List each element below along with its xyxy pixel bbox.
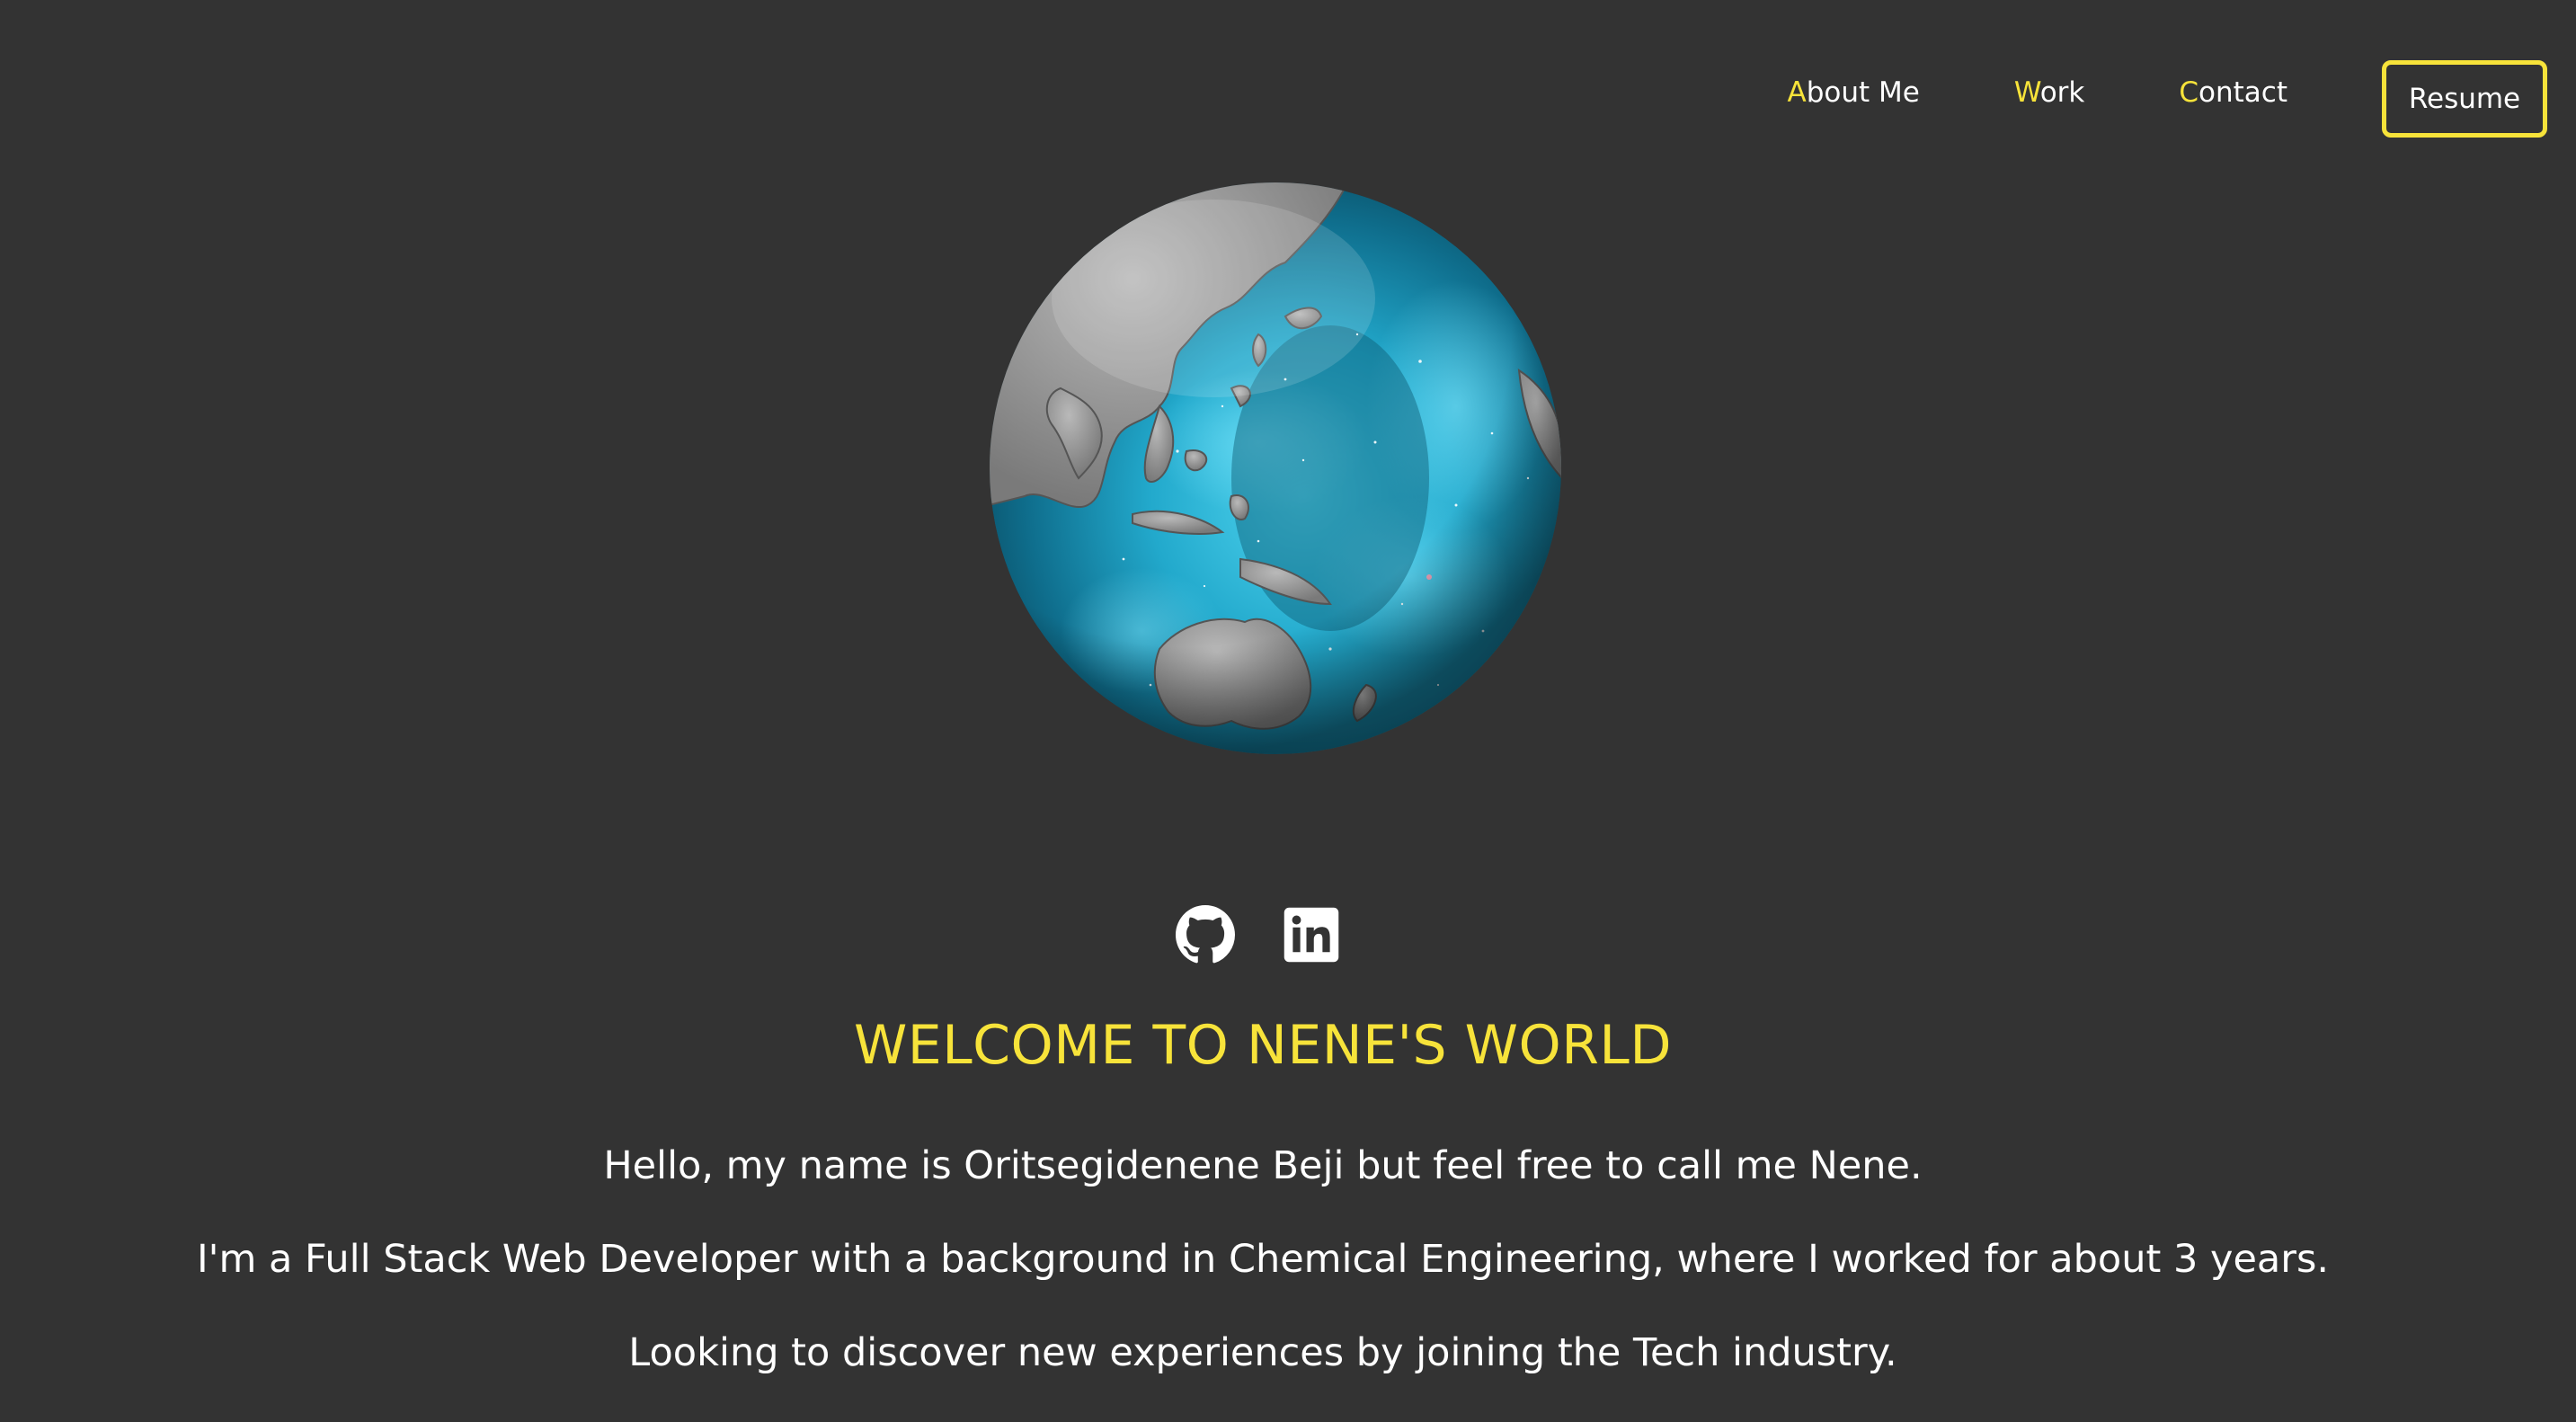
top-nav: About Me Work Contact Resume	[1788, 58, 2547, 140]
globe-image	[989, 182, 1562, 755]
nav-link-label: ork	[2039, 76, 2085, 109]
github-icon	[1176, 905, 1235, 964]
nav-link-initial: C	[2179, 76, 2199, 109]
intro-line: Hello, my name is Oritsegidenene Beji bu…	[603, 1143, 1923, 1188]
intro-line: I'm a Full Stack Web Developer with a ba…	[196, 1237, 2330, 1282]
nav-link-initial: W	[2013, 76, 2040, 109]
intro-line: Looking to discover new experiences by j…	[628, 1330, 1897, 1375]
globe-icon	[990, 182, 1561, 754]
page: About Me Work Contact Resume WELCOME TO …	[0, 0, 2576, 1422]
nav-link-label: ontact	[2198, 76, 2287, 109]
welcome-title: WELCOME TO NENE'S WORLD	[853, 1014, 1673, 1077]
nav-link-contact[interactable]: Contact	[2179, 76, 2287, 109]
social-links	[0, 905, 2576, 964]
nav-link-work[interactable]: Work	[2014, 76, 2085, 109]
github-link[interactable]	[1176, 905, 1235, 964]
resume-button[interactable]: Resume	[2382, 60, 2547, 138]
linkedin-link[interactable]	[1282, 905, 1341, 964]
nav-link-initial: A	[1787, 76, 1807, 109]
linkedin-icon	[1284, 907, 1339, 963]
nav-link-label: bout Me	[1806, 76, 1920, 109]
nav-link-about-me[interactable]: About Me	[1788, 76, 1920, 109]
